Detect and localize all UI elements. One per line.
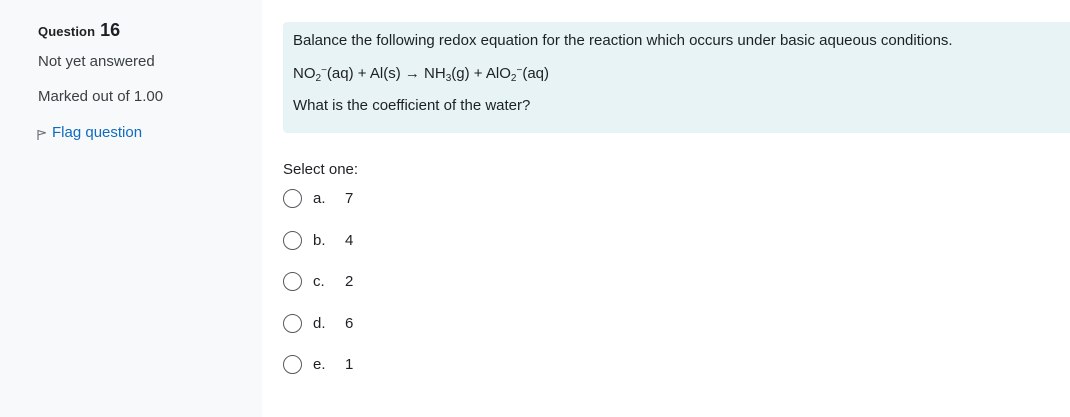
radio-button[interactable] xyxy=(283,230,302,250)
eq-arrow: → xyxy=(400,65,425,82)
redox-equation: NO2−(aq) + Al(s) → NH3(g) + AlO2−(aq) xyxy=(293,64,1070,84)
option-letter: b. xyxy=(313,231,326,249)
question-grade: Marked out of 1.00 xyxy=(38,88,164,105)
radio-button[interactable] xyxy=(283,189,302,208)
eq-reactant1-state: (aq) xyxy=(326,65,354,82)
option-letter: a. xyxy=(313,190,326,207)
option-value[interactable]: 7 xyxy=(345,190,353,207)
quiz-page: Question 16 Not yet answered Marked out … xyxy=(0,0,1070,417)
question-label: Question xyxy=(38,24,96,39)
answer-option-c[interactable]: c. 2 xyxy=(283,271,353,292)
eq-product2: AlO xyxy=(485,65,511,82)
question-state: Not yet answered xyxy=(38,53,155,70)
answer-option-a[interactable]: a. 7 xyxy=(283,188,353,209)
radio-button[interactable] xyxy=(283,355,302,374)
radio-button[interactable] xyxy=(283,313,302,333)
option-letter: d. xyxy=(313,314,326,332)
answer-option-b[interactable]: b. 4 xyxy=(283,230,353,251)
eq-plus: + xyxy=(469,65,486,82)
answer-prompt: Select one: xyxy=(283,161,359,178)
option-letter: e. xyxy=(313,356,326,373)
question-number: 16 xyxy=(100,20,121,40)
answer-option-d[interactable]: d. 6 xyxy=(283,313,353,334)
flag-question-label: Flag question xyxy=(52,123,143,141)
flag-icon xyxy=(37,129,47,140)
answer-options: a. 7 b. 4 c. 2 d. 6 e. 1 xyxy=(283,188,353,396)
answer-option-e[interactable]: e. 1 xyxy=(283,354,353,375)
question-number-heading: Question 16 xyxy=(38,20,262,44)
eq-product1: NH xyxy=(424,65,446,82)
radio-button[interactable] xyxy=(283,272,302,291)
question-content: Balance the following redox equation for… xyxy=(262,0,1070,417)
flag-question-link[interactable]: Flag question xyxy=(36,123,262,141)
eq-reactant1: NO xyxy=(293,65,316,82)
eq-product1-state: (g) xyxy=(451,65,470,82)
option-value[interactable]: 2 xyxy=(345,273,353,290)
option-value[interactable]: 1 xyxy=(345,356,353,373)
eq-plus: + xyxy=(353,65,370,82)
option-value[interactable]: 4 xyxy=(345,232,353,249)
question-text-box: Balance the following redox equation for… xyxy=(283,22,1070,133)
option-letter: c. xyxy=(313,273,325,290)
option-value[interactable]: 6 xyxy=(345,315,353,332)
question-ask: What is the coefficient of the water? xyxy=(293,97,531,114)
question-text: Balance the following redox equation for… xyxy=(293,32,953,49)
eq-product2-state: (aq) xyxy=(522,65,550,82)
question-info-panel: Question 16 Not yet answered Marked out … xyxy=(0,0,262,417)
eq-reactant2: Al(s) xyxy=(369,65,401,82)
